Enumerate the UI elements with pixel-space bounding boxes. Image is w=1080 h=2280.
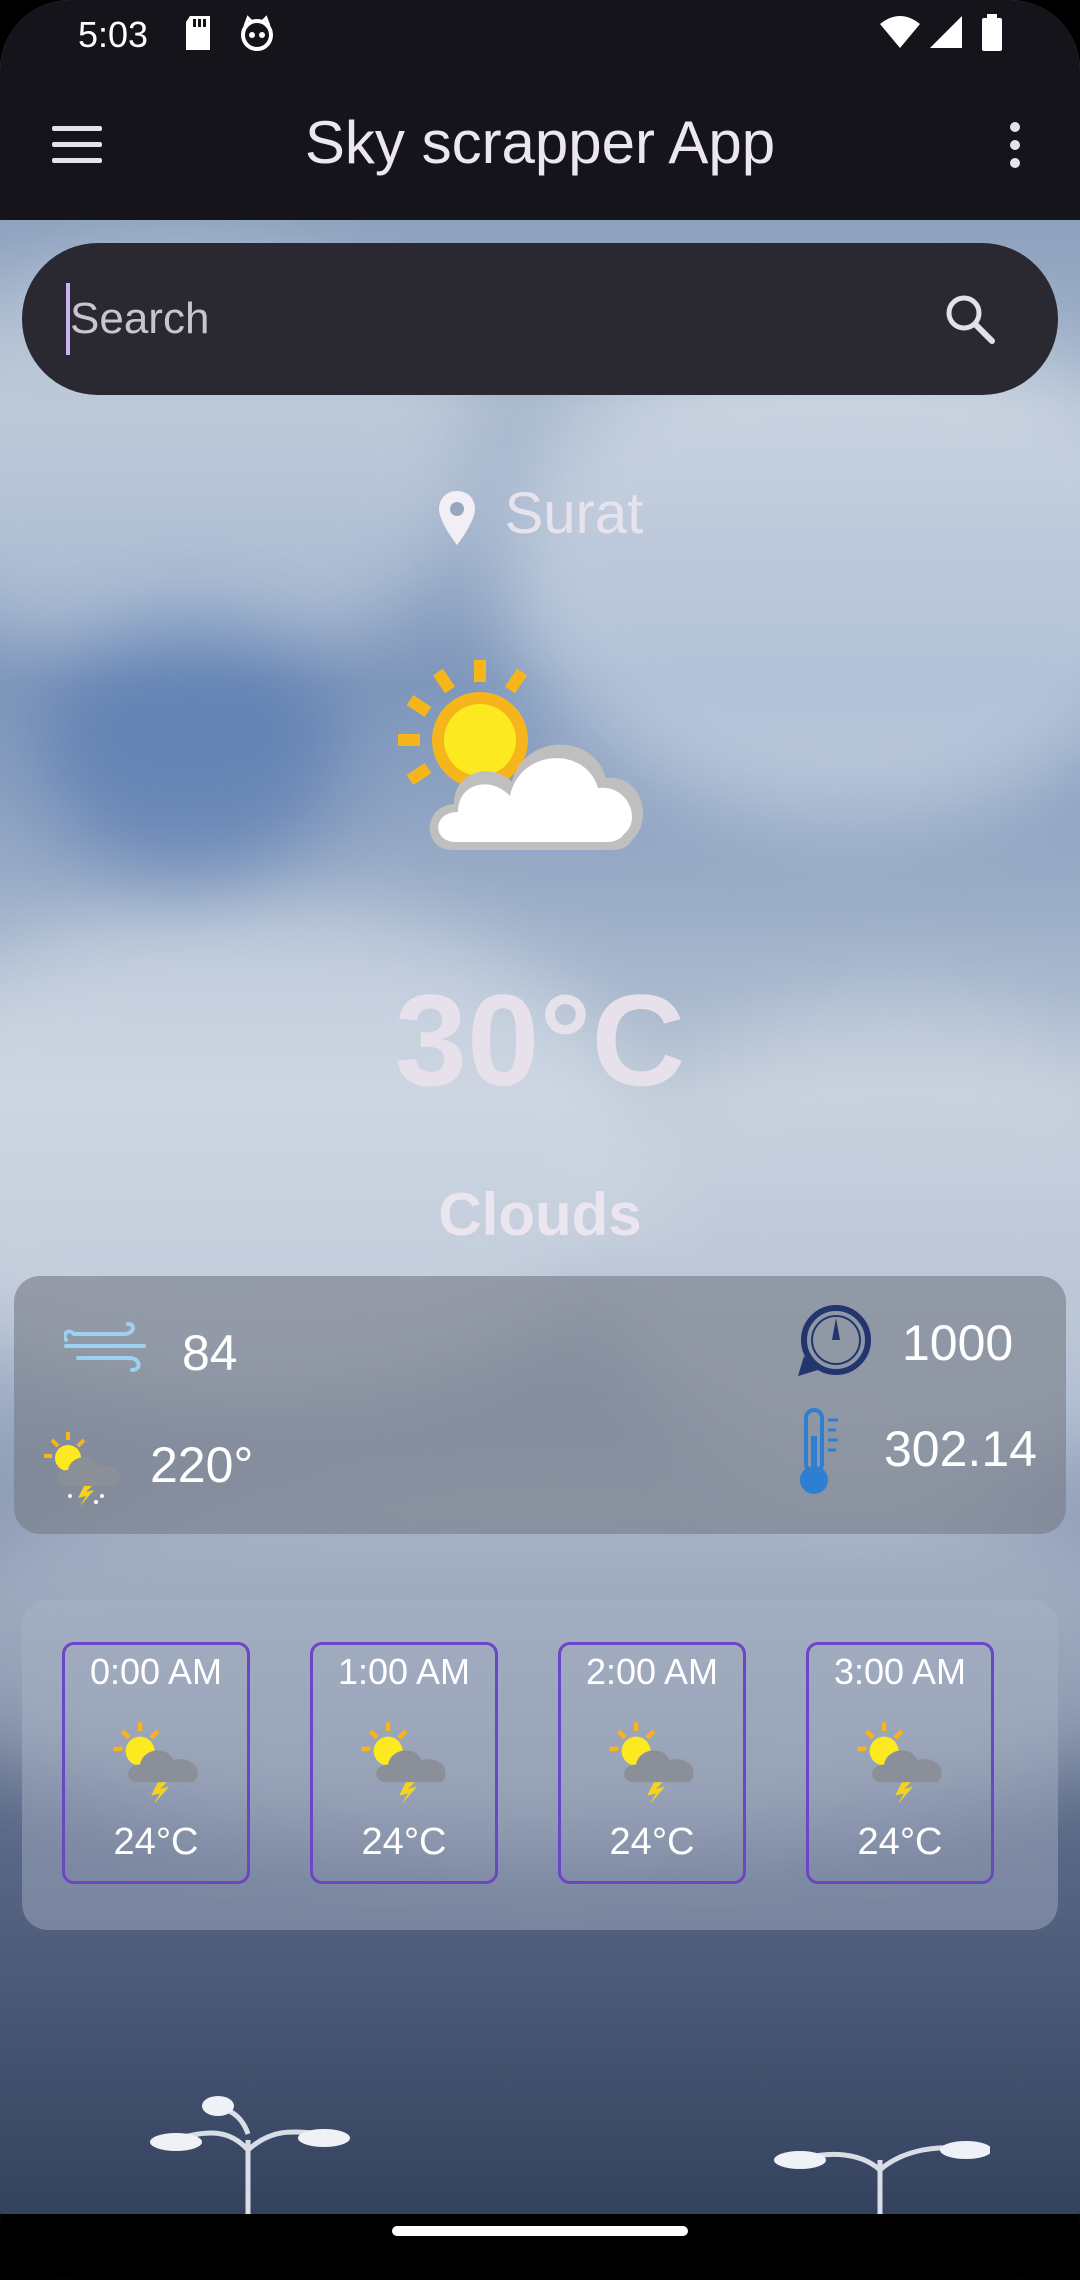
hour-time: 1:00 AM bbox=[337, 1651, 471, 1692]
hour-temperature: 24°C bbox=[113, 1821, 199, 1863]
current-temperature: 30°C bbox=[394, 967, 686, 1113]
status-time: 5:03 bbox=[78, 14, 149, 55]
gesture-nav-bar bbox=[0, 2214, 1080, 2280]
home-gesture-handle[interactable] bbox=[392, 2226, 688, 2236]
wind-speed-value: 84 bbox=[182, 1325, 238, 1381]
hour-temperature: 24°C bbox=[857, 1821, 943, 1863]
pressure-value: 1000 bbox=[902, 1315, 1014, 1371]
location-pin-icon bbox=[438, 490, 475, 545]
sd-card-icon bbox=[186, 16, 210, 50]
more-options-button[interactable] bbox=[990, 110, 1040, 180]
cat-icon bbox=[241, 15, 273, 51]
temperature-kelvin-value: 302.14 bbox=[884, 1421, 1037, 1477]
hour-card[interactable]: 2:00 AM 24°C bbox=[558, 1642, 746, 1884]
hour-time: 2:00 AM bbox=[585, 1651, 719, 1692]
wifi-icon bbox=[880, 16, 920, 48]
thunderstorm-icon bbox=[113, 1722, 198, 1805]
wind-icon bbox=[64, 1322, 146, 1372]
thunderstorm-icon bbox=[857, 1722, 942, 1805]
thunderstorm-icon bbox=[609, 1722, 694, 1805]
app-screen: 5:03 Sky scrapper App Search Surat 30°C … bbox=[0, 0, 1080, 2280]
search-bar bbox=[22, 243, 1058, 395]
app-bar: Sky scrapper App bbox=[0, 70, 1080, 220]
street-lamp-image bbox=[150, 2096, 350, 2214]
thunderstorm-icon bbox=[361, 1722, 446, 1805]
wind-degree-value: 220° bbox=[150, 1437, 254, 1493]
hour-time: 0:00 AM bbox=[89, 1651, 223, 1692]
search-icon[interactable] bbox=[942, 291, 998, 347]
thunderstorm-icon bbox=[44, 1432, 120, 1506]
search-input[interactable] bbox=[66, 283, 932, 355]
hour-time: 3:00 AM bbox=[833, 1651, 967, 1692]
hour-card[interactable]: 3:00 AM 24°C bbox=[806, 1642, 994, 1884]
hour-temperature: 24°C bbox=[361, 1821, 447, 1863]
app-title: Sky scrapper App bbox=[304, 109, 776, 176]
partly-cloudy-icon bbox=[398, 660, 644, 850]
current-condition: Clouds bbox=[438, 1181, 642, 1248]
street-lamp-image bbox=[774, 2141, 990, 2214]
location-label: Surat bbox=[0, 480, 1080, 547]
hour-card[interactable]: 1:00 AM 24°C bbox=[310, 1642, 498, 1884]
gauge-icon bbox=[798, 1305, 871, 1376]
hour-temperature: 24°C bbox=[609, 1821, 695, 1863]
signal-icon bbox=[930, 16, 962, 48]
status-bar: 5:03 bbox=[0, 0, 1080, 70]
hourly-forecast: 0:00 AM 24°C 1:00 AM 24°C 2:00 AM 24°C 3… bbox=[22, 1600, 1058, 1930]
weather-details-panel: 84 220° 1000 302.14 bbox=[14, 1276, 1066, 1534]
battery-icon bbox=[982, 14, 1002, 51]
city-name: Surat bbox=[504, 481, 644, 546]
thermometer-icon bbox=[800, 1408, 838, 1494]
hour-card[interactable]: 0:00 AM 24°C bbox=[62, 1642, 250, 1884]
